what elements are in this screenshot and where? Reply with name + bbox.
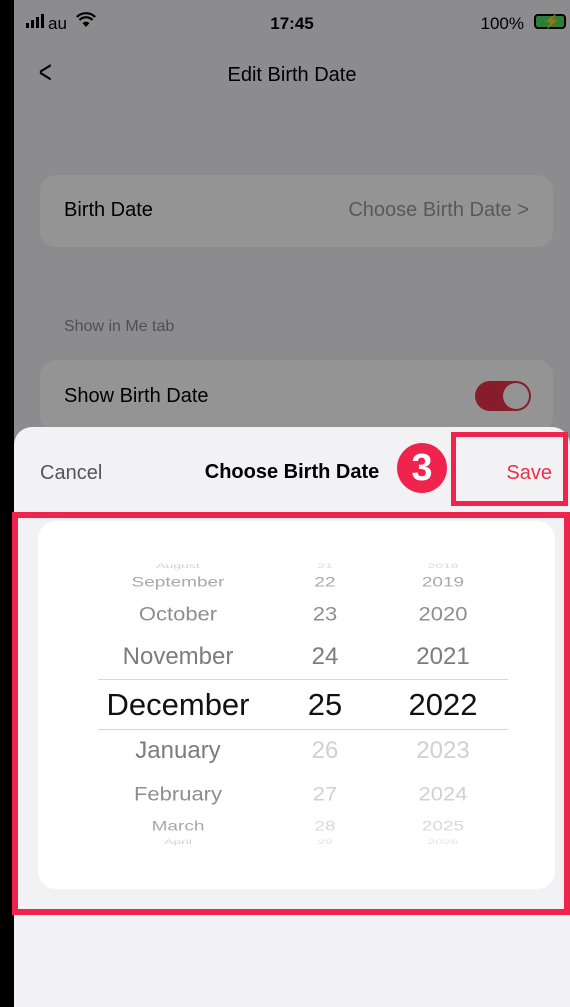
picker-highlight-box <box>12 512 570 915</box>
save-highlight-box <box>451 432 568 506</box>
step-number-badge: 3 <box>397 443 447 493</box>
